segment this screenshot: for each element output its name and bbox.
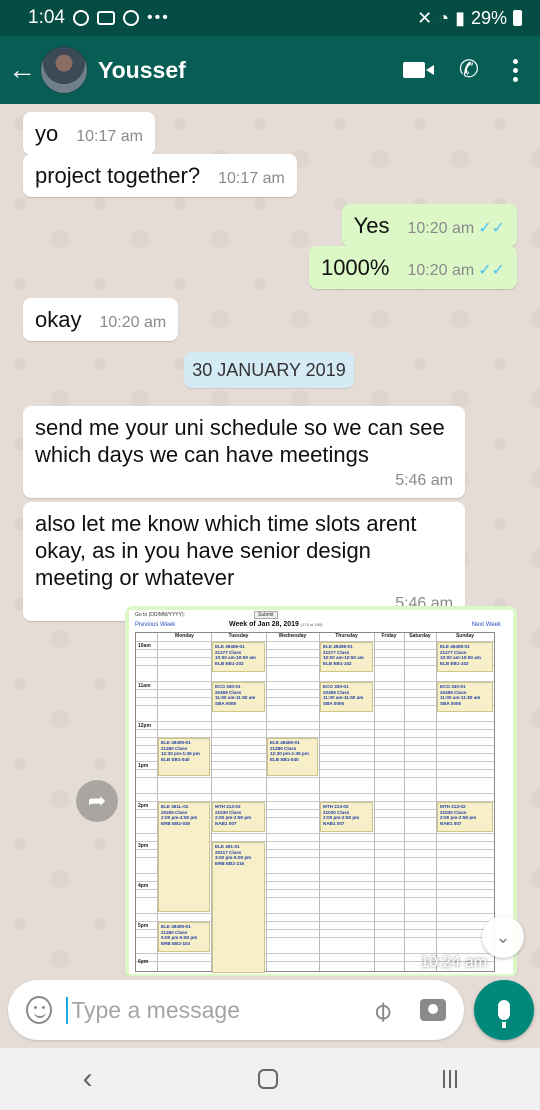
day-header: Monday — [175, 633, 194, 639]
whatsapp-notification-icon — [72, 10, 89, 26]
class-block: ELE 361L-01 20205 Class 2:00 pm-4:50 pm ERB… — [158, 802, 210, 912]
mic-button[interactable] — [474, 980, 534, 1040]
wifi-icon: ◔ — [438, 7, 450, 28]
system-nav-bar: ‹ — [0, 1048, 540, 1110]
attach-icon[interactable]: ⌀ — [364, 992, 399, 1027]
class-block: ELE 49409-01 21280 Class 5:00 pm-5:50 pm ER… — [158, 922, 210, 952]
status-time: 1:04 — [28, 7, 65, 28]
class-block: ELE 49408-01 21277 Class 10:00 am-10:50 am… — [437, 642, 493, 672]
time-label: 12pm — [138, 723, 152, 729]
class-block: ECO 330-01 20459 Class 11:00 am-11:50 am SB… — [320, 682, 373, 712]
image-message-time: 10:24 am — [420, 954, 487, 971]
time-label: 6pm — [138, 959, 149, 965]
message-time: 10:20 am — [407, 262, 475, 279]
goto-label: Go to (DD/MM/YYYY): — [135, 612, 186, 618]
contact-name[interactable]: Youssef — [98, 57, 186, 84]
chat-area[interactable]: yo 10:17 am project together? 10:17 am Yes… — [0, 104, 540, 976]
signal-icon: ▮ — [455, 7, 465, 28]
message-bubble[interactable]: Yes 10:20 am ✓✓ — [341, 204, 517, 247]
class-block: ECO 330-01 20459 Class 11:00 am-11:50 am SB… — [437, 682, 493, 712]
message-text: 1000% — [320, 255, 390, 280]
message-input-bar: ⌀ — [8, 980, 464, 1040]
previous-week-link: Previous Week — [135, 622, 176, 628]
class-block: MTH 213-02 21030 Class 2:00 pm-2:50 pm NAB1… — [212, 802, 265, 832]
nav-home-icon[interactable] — [257, 1069, 278, 1089]
message-bubble[interactable]: yo 10:17 am — [23, 112, 155, 155]
video-call-icon[interactable] — [402, 62, 434, 78]
class-block: MTH 213-02 21030 Class 2:00 pm-2:50 pm NAB1… — [320, 802, 373, 832]
day-header: Wednesday — [278, 633, 307, 639]
message-time: 10:17 am — [76, 128, 143, 145]
message-text: send me your uni schedule so we can see … — [35, 415, 445, 467]
mic-icon — [498, 1000, 510, 1028]
message-time: 5:46 am — [395, 472, 453, 489]
camera-icon[interactable] — [420, 999, 446, 1021]
schedule-grid: Monday Tuesday Wednesday Thursday Friday… — [135, 632, 495, 973]
message-text: Yes — [353, 213, 390, 238]
more-notifications-icon: ••• — [146, 9, 170, 26]
screen-notification-icon — [96, 11, 115, 25]
class-block: ECO 330-01 20459 Class 11:00 am-11:50 am SB… — [212, 682, 265, 712]
next-week-link: Next Week — [471, 622, 501, 628]
message-text: okay — [35, 307, 82, 332]
message-time: 10:17 am — [218, 170, 285, 187]
nav-recents-icon[interactable] — [443, 1070, 458, 1088]
week-title: Week of Jan 28, 2019 (179 of 195) — [229, 621, 323, 628]
message-time: 10:20 am — [407, 220, 475, 237]
message-text: project together? — [35, 163, 201, 188]
battery-icon — [513, 10, 522, 26]
forward-icon[interactable]: ➦ — [76, 780, 118, 822]
submit-label: Submit — [254, 611, 278, 619]
day-header: Sunday — [455, 633, 475, 639]
class-block: ELE 49409-01 21280 Class 12:30 pm-1:45 pm E… — [158, 738, 210, 776]
day-header: Saturday — [409, 633, 431, 639]
message-time: 10:20 am — [99, 314, 167, 331]
scroll-down-icon[interactable]: ⌄ — [482, 916, 524, 958]
emoji-icon[interactable] — [26, 996, 53, 1024]
status-bar: 1:04 ••• ✕ ◔ ▮ 29% — [0, 0, 540, 36]
class-block: ELE 49408-01 21277 Class 10:00 am-10:50 am… — [212, 642, 265, 672]
class-block: MTH 213-02 21030 Class 2:00 pm-2:50 pm NAB1… — [437, 802, 493, 832]
class-block: ELE 49408-01 21277 Class 10:00 am-10:50 am… — [320, 642, 373, 672]
nav-back-icon[interactable]: ‹ — [83, 1062, 93, 1096]
message-text: also let me know which time slots arent … — [35, 511, 417, 590]
time-label: 4pm — [138, 883, 149, 889]
time-label: 2pm — [138, 803, 149, 809]
message-bubble[interactable]: 1000% 10:20 am ✓✓ — [308, 246, 517, 289]
globe-notification-icon — [122, 10, 139, 26]
chat-header: ← Youssef ✆ — [0, 36, 540, 104]
class-block: ELE 49409-01 21280 Class 12:30 pm-1:45 pm E… — [267, 738, 318, 776]
time-label: 11am — [138, 683, 151, 689]
schedule-image[interactable]: Go to (DD/MM/YYYY): Submit Previous Week… — [129, 610, 513, 974]
read-receipt-icon: ✓✓ — [478, 262, 505, 279]
message-text: yo — [35, 121, 59, 146]
day-header: Tuesday — [228, 633, 249, 639]
message-bubble[interactable]: okay 10:20 am — [23, 298, 179, 341]
message-bubble[interactable]: project together? 10:17 am — [23, 154, 297, 197]
day-header: Thursday — [335, 633, 358, 639]
more-options-icon[interactable] — [513, 58, 518, 82]
class-block: ELE 491-01 20217 Class 3:00 pm-6:00 pm ERB … — [212, 842, 265, 973]
message-bubble[interactable]: also let me know which time slots arent … — [23, 502, 465, 621]
avatar[interactable] — [40, 46, 88, 94]
time-label: 3pm — [138, 843, 149, 849]
message-bubble[interactable]: send me your uni schedule so we can see … — [23, 406, 465, 498]
day-header: Friday — [381, 633, 397, 639]
voice-call-icon[interactable]: ✆ — [459, 58, 479, 82]
time-label: 5pm — [138, 923, 149, 929]
back-arrow-icon[interactable]: ← — [2, 54, 42, 86]
mute-icon: ✕ — [417, 7, 433, 28]
battery-percent: 29% — [470, 7, 507, 28]
message-input[interactable] — [66, 996, 368, 1024]
time-label: 1pm — [138, 763, 149, 769]
date-separator: 30 JANUARY 2019 — [184, 352, 354, 388]
read-receipt-icon: ✓✓ — [478, 220, 505, 237]
image-message[interactable]: Go to (DD/MM/YYYY): Submit Previous Week… — [125, 606, 517, 976]
time-label: 10am — [138, 643, 151, 649]
